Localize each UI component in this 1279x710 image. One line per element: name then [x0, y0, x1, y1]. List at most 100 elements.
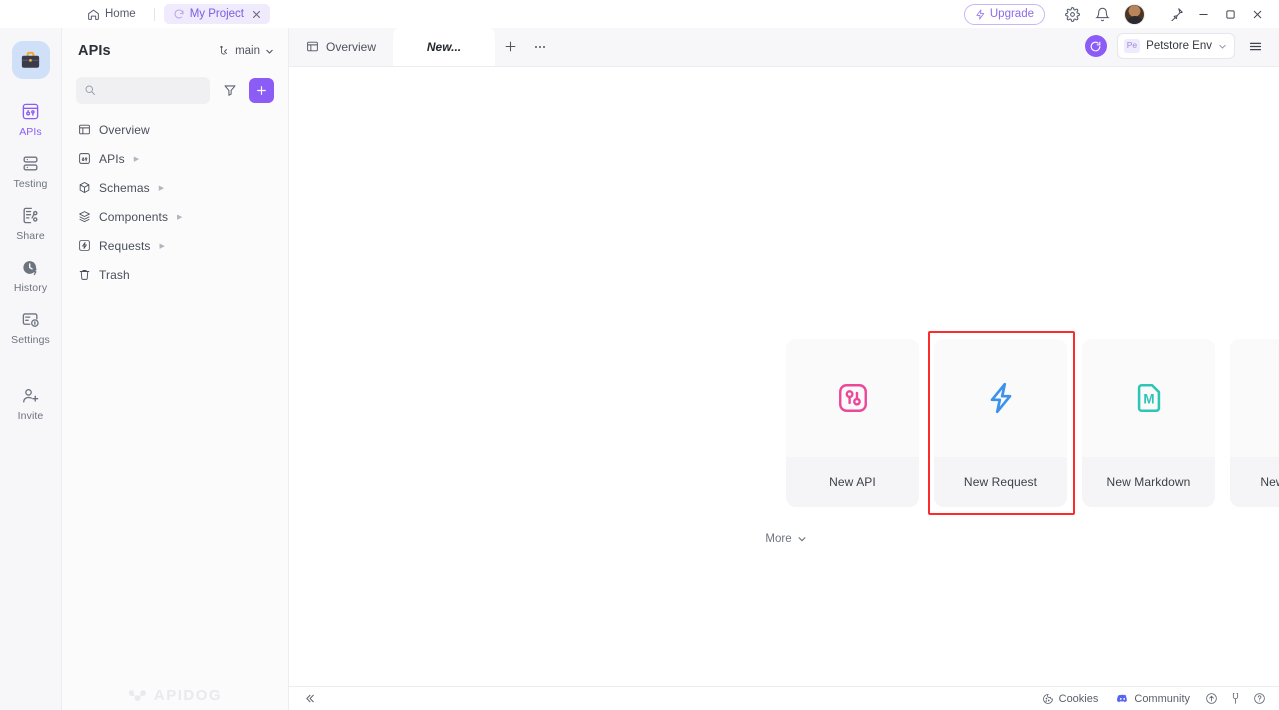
more-button[interactable]: More [765, 533, 806, 545]
tree-item-label: Components [99, 210, 168, 224]
chevron-down-icon [1218, 42, 1227, 51]
tab-new[interactable]: New... [393, 27, 495, 66]
close-icon[interactable] [1244, 0, 1271, 28]
hamburger-icon[interactable] [1241, 33, 1269, 59]
tree-item-overview[interactable]: Overview [62, 115, 288, 144]
share-icon [21, 206, 40, 225]
sidebar-item-history[interactable]: History [3, 249, 59, 301]
cookies-button[interactable]: Cookies [1033, 693, 1108, 705]
request-icon [934, 339, 1067, 457]
upgrade-label: Upgrade [990, 8, 1034, 20]
search-icon [84, 84, 96, 96]
branch-icon [218, 45, 230, 57]
arrow-up-circle-icon[interactable] [1199, 687, 1223, 710]
project-tab-label: My Project [190, 8, 244, 20]
title-bar-tabs: Home My Project [0, 4, 270, 24]
discord-icon [1116, 692, 1129, 705]
tree-item-label: Requests [99, 239, 151, 253]
tree-item-label: Schemas [99, 181, 150, 195]
card-label: New Markdown [1082, 457, 1215, 507]
status-bar: Cookies Community [289, 686, 1279, 710]
bell-icon[interactable] [1087, 0, 1117, 28]
environment-name: Petstore Env [1146, 40, 1212, 52]
add-button[interactable] [249, 78, 274, 103]
upgrade-button[interactable]: Upgrade [964, 4, 1045, 25]
sidebar-item-testing[interactable]: Testing [3, 145, 59, 197]
main-panel: Overview New... Pe Petsto [289, 28, 1279, 710]
home-tab[interactable]: Home [78, 4, 145, 24]
help-circle-icon[interactable] [1247, 687, 1271, 710]
apis-icon [21, 102, 40, 121]
cookie-icon [1042, 693, 1054, 705]
sidebar-item-label: History [14, 282, 47, 294]
sidebar-item-settings[interactable]: Settings [3, 301, 59, 353]
tree-item-apis[interactable]: APIs ▶ [62, 144, 288, 173]
card-new-markdown[interactable]: M New Markdown [1082, 339, 1215, 507]
sidebar-item-label: APIs [19, 126, 42, 138]
briefcase-logo[interactable] [12, 41, 50, 79]
community-button[interactable]: Community [1107, 692, 1199, 705]
tree-item-trash[interactable]: Trash [62, 260, 288, 289]
chevron-right-icon[interactable]: ▶ [159, 184, 164, 192]
collapse-sidebar-button[interactable] [303, 692, 316, 705]
history-icon [21, 258, 40, 277]
tree-item-components[interactable]: Components ▶ [62, 202, 288, 231]
chevron-down-icon [797, 534, 807, 544]
minimize-icon[interactable] [1190, 0, 1217, 28]
titlebar-divider [154, 8, 155, 21]
sidebar-item-share[interactable]: Share [3, 197, 59, 249]
svg-text:M: M [1143, 392, 1154, 407]
home-tab-label: Home [105, 8, 136, 20]
sidebar-header: APIs main [62, 28, 288, 74]
chevron-right-icon[interactable]: ▶ [177, 213, 182, 221]
add-tab-button[interactable] [495, 27, 525, 66]
trash-icon [78, 268, 91, 281]
branch-label: main [235, 45, 260, 57]
invite-icon [21, 386, 40, 405]
components-icon [78, 210, 91, 223]
nav-rail: APIs Testing Share History [0, 28, 62, 710]
branch-selector[interactable]: main [218, 45, 274, 57]
markdown-icon: M [1082, 339, 1215, 457]
maximize-icon[interactable] [1217, 0, 1244, 28]
tree-item-requests[interactable]: Requests ▶ [62, 231, 288, 260]
app-body: APIs Testing Share History [0, 28, 1279, 710]
chevron-right-icon[interactable]: ▶ [134, 155, 139, 163]
card-new-schema[interactable]: New Schema [1230, 339, 1279, 507]
card-label: New Schema [1230, 457, 1279, 507]
new-item-canvas: New API New Request M New Markdown [289, 67, 1279, 686]
sidebar-item-label: Settings [11, 334, 50, 346]
apis-folder-icon [78, 152, 91, 165]
search-box[interactable] [76, 77, 210, 104]
environment-selector[interactable]: Pe Petstore Env [1117, 33, 1235, 59]
tab-label: Overview [326, 40, 376, 54]
project-tab[interactable]: My Project [164, 4, 270, 24]
chevron-right-icon[interactable]: ▶ [160, 242, 165, 250]
overview-icon [78, 123, 91, 136]
sidebar-item-apis[interactable]: APIs [3, 93, 59, 145]
more-label: More [765, 533, 791, 545]
tab-label: New... [427, 40, 461, 54]
community-label: Community [1134, 693, 1190, 705]
avatar[interactable] [1124, 4, 1145, 25]
sidebar-item-invite[interactable]: Invite [3, 377, 59, 429]
apidog-logo-icon [128, 688, 147, 703]
runner-icon[interactable] [1085, 35, 1107, 57]
wrench-icon[interactable] [1223, 687, 1247, 710]
overview-icon [306, 40, 319, 53]
filter-icon[interactable] [217, 78, 242, 103]
gear-icon[interactable] [1057, 0, 1087, 28]
tab-overview[interactable]: Overview [289, 27, 393, 66]
tab-bar-actions: Pe Petstore Env [1085, 33, 1279, 66]
card-new-api[interactable]: New API [786, 339, 919, 507]
close-icon[interactable] [252, 10, 261, 19]
tree-item-label: Overview [99, 123, 150, 137]
page-title: APIs [78, 43, 111, 59]
tree-item-schemas[interactable]: Schemas ▶ [62, 173, 288, 202]
card-new-request[interactable]: New Request [934, 339, 1067, 507]
search-input[interactable] [102, 84, 202, 96]
sidebar-search-row [62, 74, 288, 106]
tab-overflow-button[interactable] [525, 27, 555, 66]
schema-cube-icon [1230, 339, 1279, 457]
pin-icon[interactable] [1163, 0, 1190, 28]
